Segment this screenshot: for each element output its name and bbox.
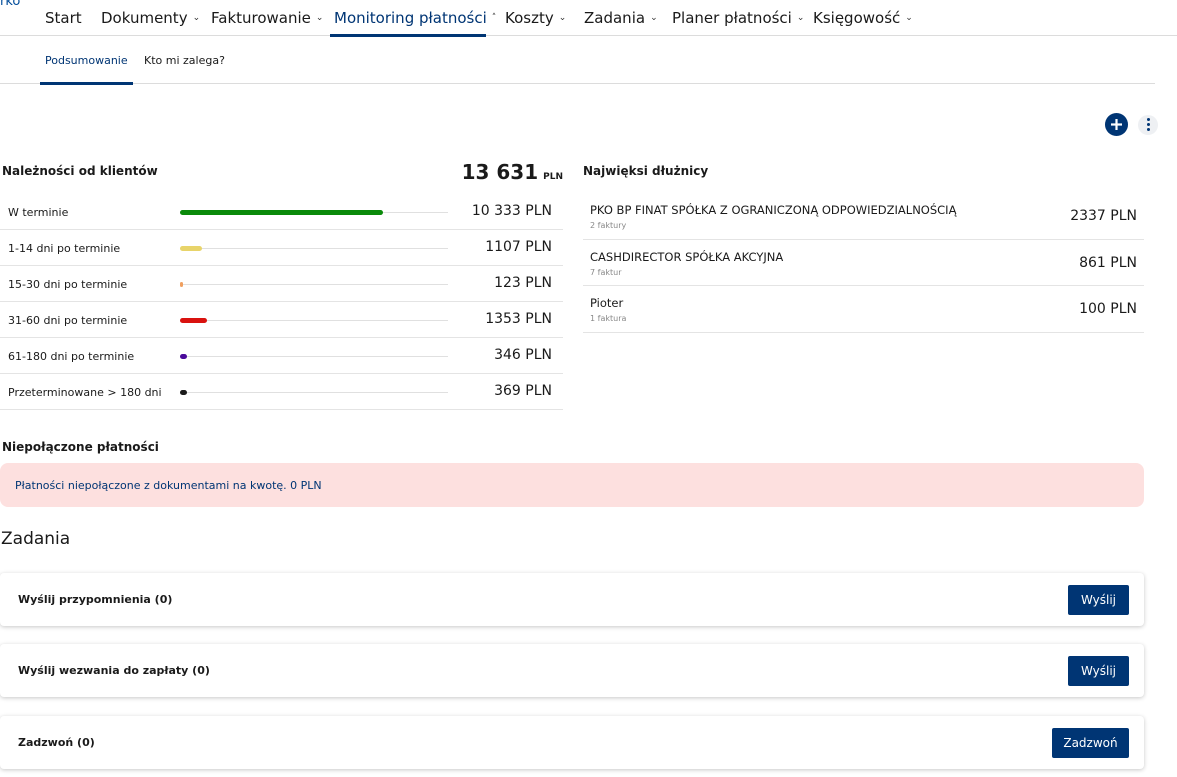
nav-item-label: Start bbox=[45, 9, 82, 27]
debtor-name: PKO BP FINAT SPÓŁKA Z OGRANICZONĄ ODPOWI… bbox=[590, 203, 957, 217]
debtor-row[interactable]: Pioter 1 faktura 100 PLN bbox=[583, 286, 1144, 333]
kebab-dot bbox=[1146, 118, 1150, 121]
nav-item-label: Dokumenty bbox=[101, 9, 188, 27]
progress-track bbox=[180, 320, 448, 321]
sub-navigation: Podsumowanie Kto mi zalega? bbox=[0, 36, 1155, 85]
receivables-header: Należności od klientów 13 631 PLN bbox=[0, 160, 563, 194]
receivables-title: Należności od klientów bbox=[2, 164, 158, 178]
progress-track bbox=[180, 248, 448, 249]
brand-fragment: rko bbox=[0, 0, 21, 9]
chevron-down-icon: ⌄ bbox=[796, 13, 805, 23]
nav-item-dokumenty[interactable]: Dokumenty ⌄ bbox=[97, 0, 204, 36]
receivables-row-label: 1-14 dni po terminie bbox=[8, 242, 121, 255]
plus-glyph bbox=[1111, 119, 1122, 130]
nav-item-label: Fakturowanie bbox=[211, 9, 311, 27]
debtor-name: CASHDIRECTOR SPÓŁKA AKCYJNA bbox=[590, 249, 784, 264]
progress-fill bbox=[180, 318, 207, 323]
kebab-dot bbox=[1146, 128, 1150, 131]
chevron-down-icon: ⌄ bbox=[650, 13, 658, 23]
progress-track bbox=[180, 392, 448, 393]
progress-fill bbox=[180, 246, 202, 251]
task-card: Wyślij przypomnienia (0) Wyślij bbox=[0, 573, 1144, 626]
task-label: Wyślij wezwania do zapłaty (0) bbox=[18, 664, 210, 677]
nav-item-label: Księgowość bbox=[813, 9, 901, 27]
chevron-down-icon: ⌄ bbox=[558, 13, 567, 23]
send-payment-demands-button[interactable]: Wyślij bbox=[1068, 656, 1129, 686]
receivables-row-label: 61-180 dni po terminie bbox=[8, 350, 135, 363]
debtor-invoice-count: 2 faktury bbox=[590, 221, 627, 230]
nav-item-koszty[interactable]: Koszty ⌄ bbox=[501, 0, 570, 36]
top-navigation: rko Start Dokumenty ⌄ Fakturowanie ⌄ Mon… bbox=[0, 0, 1177, 37]
receivables-row[interactable]: 1-14 dni po terminie 1107 PLN bbox=[0, 230, 563, 266]
nav-item-ksiegowosc[interactable]: Księgowość ⌄ bbox=[809, 0, 917, 36]
nav-item-fakturowanie[interactable]: Fakturowanie ⌄ bbox=[207, 0, 327, 36]
progress-track bbox=[180, 356, 448, 357]
task-label: Wyślij przypomnienia (0) bbox=[18, 593, 173, 606]
tasks-title: Zadania bbox=[1, 529, 71, 549]
more-vertical-icon[interactable] bbox=[1138, 114, 1158, 135]
receivables-total-currency: PLN bbox=[543, 172, 563, 182]
receivables-row[interactable]: Przeterminowane > 180 dni 369 PLN bbox=[0, 374, 563, 410]
nav-item-label: Monitoring płatności bbox=[334, 9, 487, 27]
progress-track bbox=[180, 284, 448, 285]
receivables-total: 13 631 PLN bbox=[462, 160, 563, 184]
receivables-row-amount: 369 PLN bbox=[494, 383, 552, 399]
progress-fill bbox=[180, 282, 183, 287]
task-label: Zadzwoń (0) bbox=[18, 736, 95, 749]
task-card: Wyślij wezwania do zapłaty (0) Wyślij bbox=[0, 644, 1144, 697]
nav-item-planer-platnosci[interactable]: Planer płatności ⌄ bbox=[668, 0, 808, 36]
task-card: Zadzwoń (0) Zadzwoń bbox=[0, 716, 1144, 769]
receivables-row-label: W terminie bbox=[8, 206, 69, 219]
debtor-row[interactable]: CASHDIRECTOR SPÓŁKA AKCYJNA 7 faktur 861… bbox=[583, 240, 1144, 286]
chevron-down-icon: ⌄ bbox=[905, 13, 913, 23]
receivables-row[interactable]: 61-180 dni po terminie 346 PLN bbox=[0, 338, 563, 374]
receivables-row-amount: 1353 PLN bbox=[485, 311, 552, 327]
receivables-row[interactable]: W terminie 10 333 PLN bbox=[0, 194, 563, 230]
debtor-amount: 100 PLN bbox=[1079, 301, 1137, 317]
tab-label: Podsumowanie bbox=[45, 53, 128, 67]
nav-item-label: Zadania bbox=[584, 9, 646, 27]
tab-label: Kto mi zalega? bbox=[144, 53, 225, 67]
chevron-up-icon: ˄ bbox=[491, 13, 497, 23]
debtor-invoice-count: 1 faktura bbox=[590, 314, 627, 323]
chevron-down-icon: ⌄ bbox=[192, 13, 201, 23]
kebab-dot bbox=[1146, 123, 1150, 126]
receivables-total-value: 13 631 bbox=[461, 160, 539, 184]
receivables-row-amount: 10 333 PLN bbox=[471, 203, 552, 219]
chevron-down-icon: ⌄ bbox=[315, 13, 324, 23]
nav-item-monitoring-platnosci[interactable]: Monitoring płatności ˄ bbox=[330, 0, 496, 37]
nav-item-label: Koszty bbox=[505, 9, 554, 27]
tab-podsumowanie[interactable]: Podsumowanie bbox=[40, 36, 133, 85]
debtor-amount: 861 PLN bbox=[1079, 254, 1137, 271]
receivables-row-amount: 1107 PLN bbox=[485, 239, 552, 255]
debtor-amount: 2337 PLN bbox=[1070, 208, 1137, 224]
receivables-rows: W terminie 10 333 PLN 1-14 dni po termin… bbox=[0, 194, 563, 410]
receivables-row[interactable]: 31-60 dni po terminie 1353 PLN bbox=[0, 302, 563, 338]
debtor-invoice-count: 7 faktur bbox=[590, 267, 622, 277]
top-debtors-title: Najwięksi dłużnicy bbox=[583, 164, 709, 178]
debtor-row[interactable]: PKO BP FINAT SPÓŁKA Z OGRANICZONĄ ODPOWI… bbox=[583, 193, 1144, 240]
send-reminders-button[interactable]: Wyślij bbox=[1068, 585, 1129, 615]
debtor-name: Pioter bbox=[590, 296, 624, 310]
progress-fill bbox=[180, 354, 187, 359]
unmatched-payments-alert[interactable]: Płatności niepołączone z dokumentami na … bbox=[0, 463, 1144, 507]
receivables-row-amount: 123 PLN bbox=[494, 275, 552, 291]
progress-fill bbox=[180, 390, 187, 395]
unmatched-payments-title: Niepołączone płatności bbox=[2, 440, 159, 454]
page-actions bbox=[1105, 113, 1158, 136]
receivables-row-label: 31-60 dni po terminie bbox=[8, 314, 128, 327]
nav-item-start[interactable]: Start bbox=[41, 0, 86, 36]
receivables-row-amount: 346 PLN bbox=[494, 347, 552, 363]
plus-circle-icon[interactable] bbox=[1105, 113, 1128, 136]
progress-fill bbox=[180, 210, 383, 215]
tab-kto-mi-zalega[interactable]: Kto mi zalega? bbox=[144, 36, 225, 84]
nav-item-label: Planer płatności bbox=[672, 9, 792, 27]
call-button[interactable]: Zadzwoń bbox=[1052, 728, 1129, 758]
receivables-panel: Należności od klientów 13 631 PLN W termi… bbox=[0, 160, 563, 410]
nav-item-zadania[interactable]: Zadania ⌄ bbox=[580, 0, 662, 36]
top-debtors-panel: Najwięksi dłużnicy PKO BP FINAT SPÓŁKA Z… bbox=[583, 160, 1144, 333]
receivables-row-label: Przeterminowane > 180 dni bbox=[8, 386, 162, 399]
receivables-row-label: 15-30 dni po terminie bbox=[8, 278, 128, 291]
receivables-row[interactable]: 15-30 dni po terminie 123 PLN bbox=[0, 266, 563, 302]
